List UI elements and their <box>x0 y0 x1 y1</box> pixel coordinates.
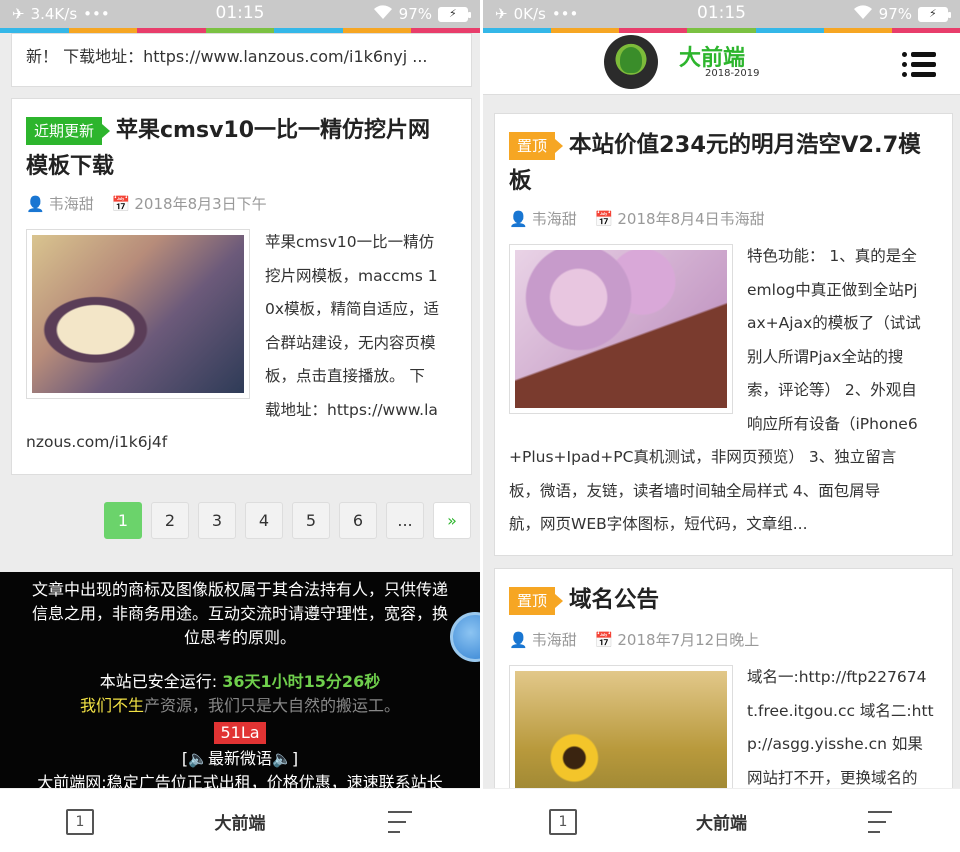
user-icon: 👤 <box>509 210 528 228</box>
post-meta: 👤 韦海甜 📅 2018年8月3日下午 <box>26 193 267 214</box>
post-excerpt: 特色功能： 1、真的是全 emlog中真正做到全站Pj ax+Ajax的模板了（… <box>747 247 921 433</box>
bottom-nav: 1 大前端 <box>483 788 960 852</box>
left-screen: ✈ 3.4K/s ••• 01:15 97% ⚡ 新！ 下载地址：https:/… <box>0 0 480 852</box>
copyright-line-3: 位思考的原则。 <box>183 628 296 647</box>
post-card[interactable]: 置顶 域名公告 👤 韦海甜 📅 2018年7月12日晚上 域名一:http://ftp… <box>494 568 953 835</box>
flower-book-image <box>515 250 727 408</box>
calendar-icon: 📅 <box>594 210 614 228</box>
wifi-icon <box>853 4 873 24</box>
weibo-link[interactable]: [🔈最新微语🔈] <box>0 747 480 771</box>
page-4-button[interactable]: 4 <box>245 502 283 539</box>
menu-icon[interactable] <box>868 811 894 833</box>
site-footer: 文章中出现的商标及图像版权属于其合法持有人，只供传递 信息之用，非商务用途。互动… <box>0 572 480 792</box>
post-tag[interactable]: 近期更新 <box>26 117 111 145</box>
page-6-button[interactable]: 6 <box>339 502 377 539</box>
user-icon: 👤 <box>509 631 528 649</box>
menu-icon[interactable] <box>902 52 936 78</box>
post-excerpt: 域名一:http://ftp227674 t.free.itgou.cc 域名二… <box>747 668 934 787</box>
wifi-icon <box>373 4 393 24</box>
calendar-icon: 📅 <box>111 195 131 213</box>
battery-level: 97% <box>398 5 432 23</box>
page-ellipsis: ... <box>386 502 424 539</box>
frog-logo-icon[interactable] <box>604 35 658 89</box>
post-author[interactable]: 韦海甜 <box>532 631 577 649</box>
post-card[interactable]: 置顶 本站价值234元的明月浩空V2.7模 板 👤 韦海甜 📅 2018年8月4日韦海… <box>494 113 953 556</box>
page-3-button[interactable]: 3 <box>198 502 236 539</box>
status-bar: ✈ 3.4K/s ••• 01:15 97% ⚡ <box>0 0 480 28</box>
post-excerpt-tail: nzous.com/i1k6j4f <box>26 433 168 451</box>
post-card[interactable]: 近期更新 苹果cmsv10一比一精仿挖片网 模板下载 👤 韦海甜 📅 2018年8月3… <box>11 98 472 475</box>
post-tag[interactable]: 置顶 <box>509 586 564 615</box>
battery-icon: ⚡ <box>918 6 951 22</box>
post-meta: 👤 韦海甜 📅 2018年8月4日韦海甜 <box>509 208 765 229</box>
post-excerpt: 苹果cmsv10一比一精仿 挖片网模板，maccms 1 0x模板，精简自适应，… <box>265 233 440 419</box>
page-1-button[interactable]: 1 <box>104 502 142 539</box>
next-page-button[interactable]: » <box>433 502 471 539</box>
site-header: 大前端 2018-2019 <box>483 33 960 95</box>
51la-badge[interactable]: 51La <box>214 722 266 744</box>
post-thumbnail[interactable] <box>26 229 250 399</box>
battery-level: 97% <box>878 5 912 23</box>
page-5-button[interactable]: 5 <box>292 502 330 539</box>
post-title[interactable]: 置顶 本站价值234元的明月浩空V2.7模 板 <box>509 127 949 199</box>
copyright-line-2: 信息之用，非商务用途。互动交流时请遵守理性，宽容，换 <box>31 604 448 623</box>
uptime: 本站已安全运行: 36天1小时15分26秒 <box>99 672 381 691</box>
post-author[interactable]: 韦海甜 <box>49 195 94 213</box>
status-bar: ✈ 0K/s ••• 01:15 97% ⚡ <box>483 0 960 28</box>
site-logo-year: 2018-2019 <box>705 68 760 79</box>
post-author[interactable]: 韦海甜 <box>532 210 577 228</box>
post-title[interactable]: 近期更新 苹果cmsv10一比一精仿挖片网 模板下载 <box>26 113 466 185</box>
post-date: 2018年8月3日下午 <box>134 195 267 213</box>
page-2-button[interactable]: 2 <box>151 502 189 539</box>
post-date: 2018年7月12日晚上 <box>617 631 760 649</box>
previous-post-excerpt: 新！ 下载地址：https://www.lanzous.com/i1k6nyj … <box>26 47 428 66</box>
post-date: 2018年8月4日韦海甜 <box>617 210 765 228</box>
user-icon: 👤 <box>26 195 45 213</box>
copyright-line-1: 文章中出现的商标及图像版权属于其合法持有人，只供传递 <box>31 580 448 599</box>
post-meta: 👤 韦海甜 📅 2018年7月12日晚上 <box>509 629 759 650</box>
calendar-icon: 📅 <box>594 631 614 649</box>
previous-post-card: 新！ 下载地址：https://www.lanzous.com/i1k6nyj … <box>11 33 472 87</box>
post-tag[interactable]: 置顶 <box>509 131 564 160</box>
post-excerpt-tail: +Plus+Ipad+PC真机测试，非网页预览） 3、独立留言 板，微语，友链，… <box>509 448 897 533</box>
post-thumbnail[interactable] <box>509 244 733 414</box>
menu-icon[interactable] <box>388 811 414 833</box>
battery-icon: ⚡ <box>438 6 471 22</box>
pagination: 1 2 3 4 5 6 ... » <box>104 502 471 539</box>
coffee-image <box>32 235 244 393</box>
right-screen: ✈ 0K/s ••• 01:15 97% ⚡ 大前端 2018-2019 置顶本… <box>483 0 960 852</box>
slogan: 我们不生产资源，我们只是大自然的搬运工。 <box>79 696 401 715</box>
post-title[interactable]: 置顶 域名公告 <box>509 582 659 618</box>
bottom-nav: 1 大前端 <box>0 788 480 852</box>
